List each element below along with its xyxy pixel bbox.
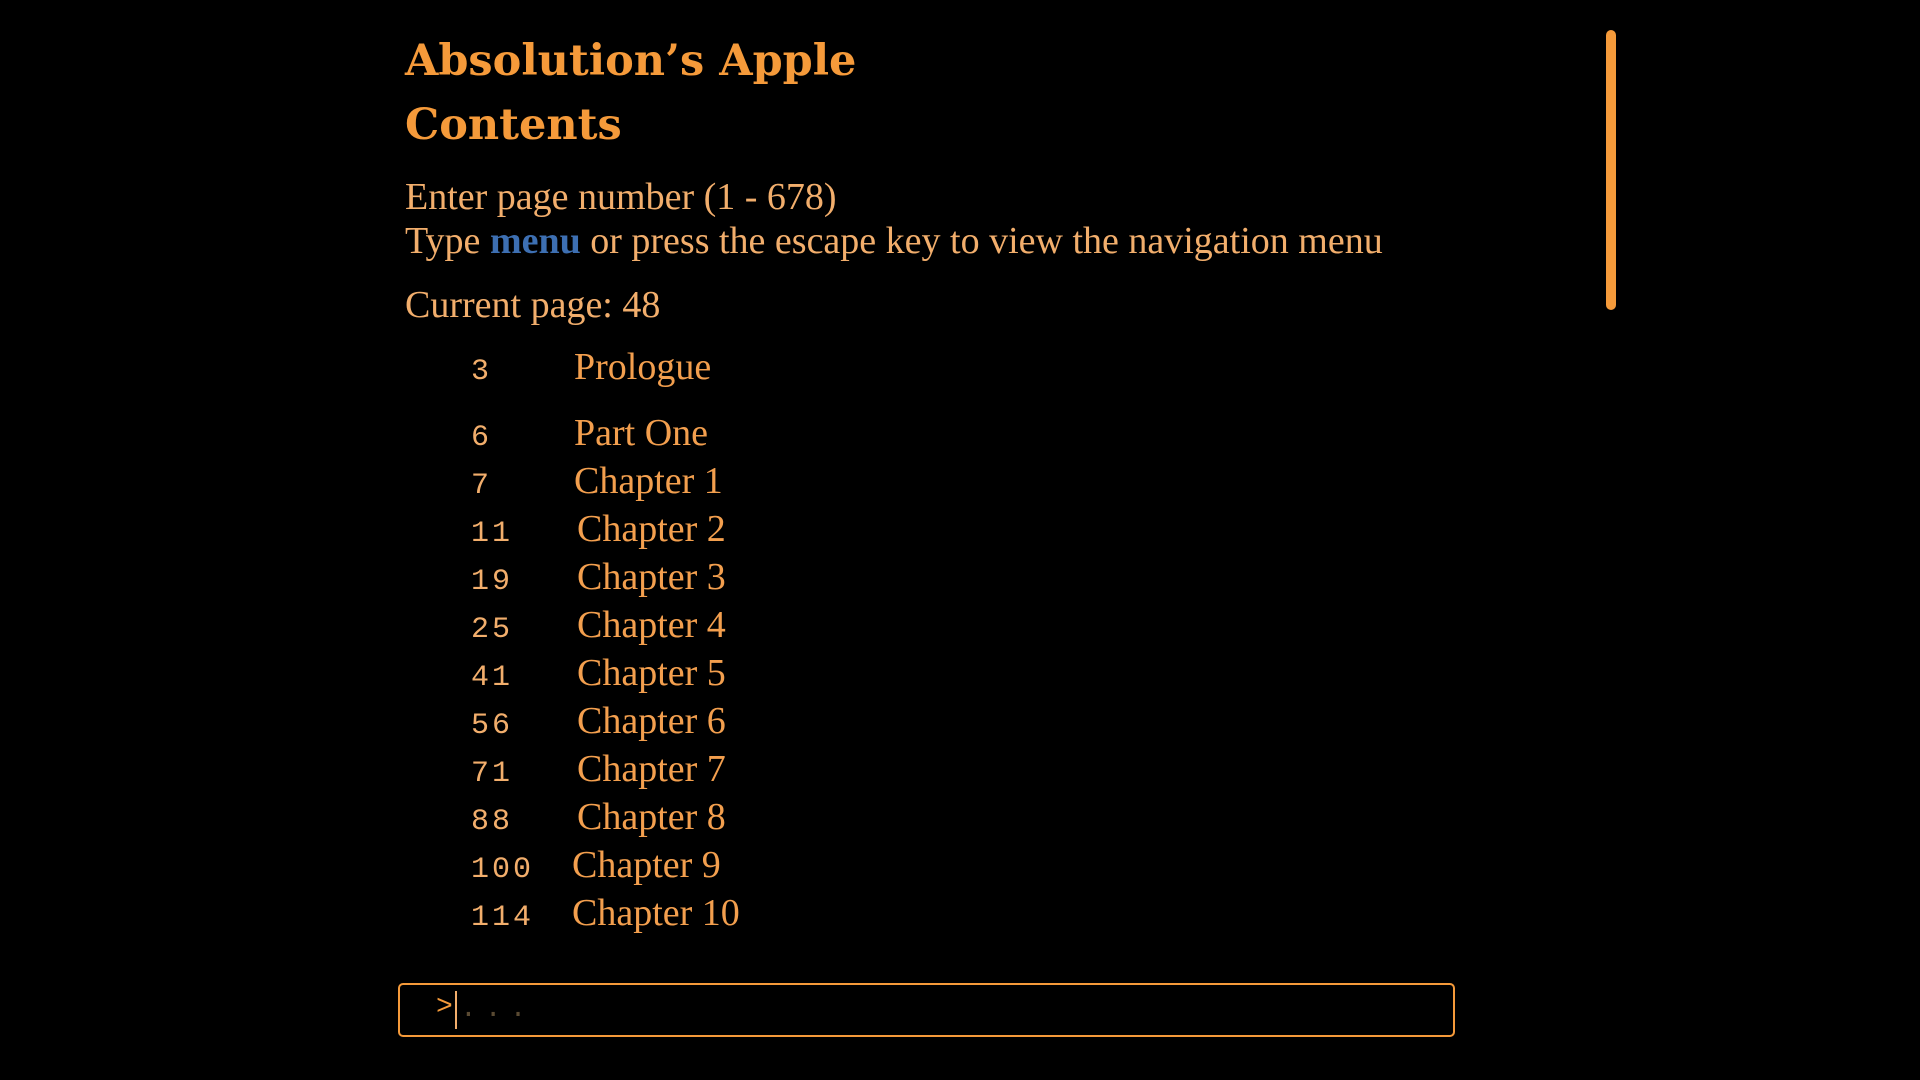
toc-entry[interactable]: 100 Chapter 9 <box>471 846 721 885</box>
page-range-instruction: Enter page number (1 - 678) <box>405 176 837 218</box>
toc-entry-page-number: 7 <box>471 469 493 503</box>
toc-entry-page-number: 71 <box>471 757 514 791</box>
toc-entry-title[interactable]: Chapter 5 <box>577 654 726 692</box>
toc-entry-page-number: 6 <box>471 421 493 455</box>
menu-hint-suffix: or press the escape key to view the navi… <box>580 220 1383 262</box>
toc-entry[interactable]: 7 Chapter 1 <box>471 462 723 501</box>
toc-entry[interactable]: 88 Chapter 8 <box>471 798 726 837</box>
toc-entry-title[interactable]: Part One <box>574 414 708 452</box>
toc-entry-page-number: 41 <box>471 661 514 695</box>
menu-keyword: menu <box>489 220 581 262</box>
prompt-chevron-icon: > <box>436 992 453 1023</box>
text-caret <box>455 991 457 1029</box>
toc-entry-title[interactable]: Chapter 3 <box>577 558 726 596</box>
book-title: Absolution’s Apple <box>405 36 857 86</box>
toc-entry[interactable]: 11 Chapter 2 <box>471 510 726 549</box>
command-input[interactable] <box>460 989 1440 1029</box>
toc-entry-title[interactable]: Prologue <box>574 348 711 386</box>
toc-entry-page-number: 88 <box>471 805 514 839</box>
toc-entry-page-number: 19 <box>471 565 514 599</box>
toc-entry[interactable]: 41 Chapter 5 <box>471 654 726 693</box>
toc-entry-page-number: 3 <box>471 355 493 389</box>
toc-entry[interactable]: 71 Chapter 7 <box>471 750 726 789</box>
command-input-box[interactable]: > <box>398 983 1455 1037</box>
toc-entry[interactable]: 3 Prologue <box>471 348 711 387</box>
toc-entry-title[interactable]: Chapter 2 <box>577 510 726 548</box>
toc-entry-title[interactable]: Chapter 9 <box>572 846 721 884</box>
toc-entry-page-number: 56 <box>471 709 514 743</box>
toc-entry-page-number: 100 <box>471 853 535 887</box>
toc-entry-page-number: 11 <box>471 517 514 551</box>
toc-entry[interactable]: 114 Chapter 10 <box>471 894 740 933</box>
toc-entry-page-number: 114 <box>471 901 535 935</box>
menu-hint: Type menu or press the escape key to vie… <box>405 222 1383 260</box>
toc-entry[interactable]: 56 Chapter 6 <box>471 702 726 741</box>
toc-entry[interactable]: 6 Part One <box>471 414 708 453</box>
toc-entry[interactable]: 25 Chapter 4 <box>471 606 726 645</box>
toc-entry-title[interactable]: Chapter 4 <box>577 606 726 644</box>
contents-heading: Contents <box>405 100 622 150</box>
current-page-indicator: Current page: 48 <box>405 284 661 326</box>
toc-entry-page-number: 25 <box>471 613 514 647</box>
scrollbar-thumb[interactable] <box>1606 30 1616 310</box>
toc-entry-title[interactable]: Chapter 7 <box>577 750 726 788</box>
toc-entry-title[interactable]: Chapter 10 <box>572 894 740 932</box>
menu-hint-prefix: Type <box>405 220 490 262</box>
toc-entry-title[interactable]: Chapter 8 <box>577 798 726 836</box>
toc-entry-title[interactable]: Chapter 6 <box>577 702 726 740</box>
toc-entry[interactable]: 19 Chapter 3 <box>471 558 726 597</box>
toc-entry-title[interactable]: Chapter 1 <box>574 462 723 500</box>
